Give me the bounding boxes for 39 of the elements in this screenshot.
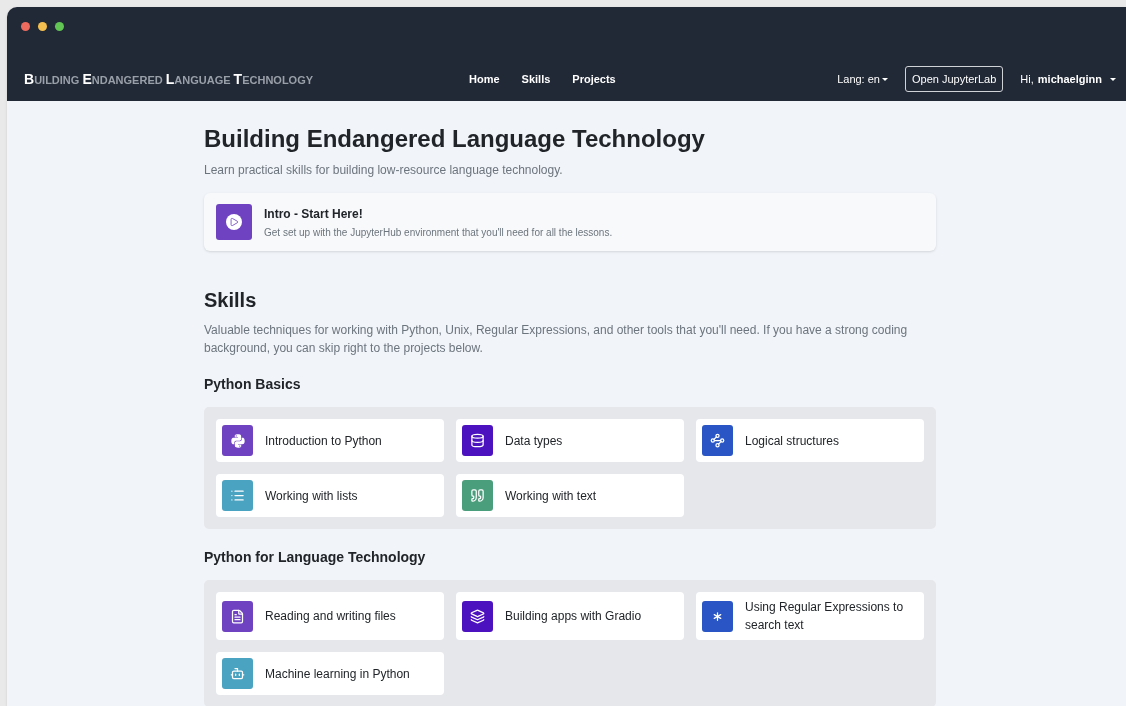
skill-label: Working with text [505, 487, 597, 505]
open-jupyterlab-button[interactable]: Open JupyterLab [904, 65, 1004, 93]
group-title: Python for Language Technology [204, 548, 427, 567]
user-menu[interactable]: Hi, michaelginn [1020, 70, 1116, 88]
intro-description: Get set up with the JupyterHub environment that you'll need for all the lessons. [264, 225, 613, 240]
skill-label: Logical structures [745, 432, 840, 450]
window-control-icon[interactable] [55, 22, 64, 31]
page-subtitle: Learn practical skills for building low-resource language technology. [204, 162, 564, 179]
window-control-icon[interactable] [21, 22, 30, 31]
skill-card[interactable]: Introduction to Python [216, 419, 444, 462]
intro-card[interactable]: Intro - Start Here! Get set up with the JupyterHub environment that you'll need for all the lessons. [204, 193, 936, 251]
section-description: Valuable techniques for working with Python, Unix, Regular Expressions, and other tools that you'll need. If you have a strong coding background, you can skip right to the projects below. [204, 322, 909, 357]
site-logo[interactable]: BUILDING ENDANGERED LANGUAGE TECHNOLOGY [24, 68, 464, 90]
skill-label: Building apps with Gradio [505, 608, 642, 625]
nav-link[interactable]: Projects [567, 70, 621, 88]
nav-link[interactable]: Home [464, 70, 505, 88]
language-dropdown[interactable]: Lang: en [837, 70, 888, 88]
skill-label: Introduction to Python [265, 432, 382, 450]
skill-card[interactable]: Reading and writing files [216, 592, 444, 640]
skill-card[interactable]: Building apps with Gradio [456, 592, 684, 640]
window-control-icon[interactable] [38, 22, 47, 31]
caret-icon [881, 77, 888, 81]
intro-title: Intro - Start Here! [264, 205, 364, 223]
skill-label: Using Regular Expressions to search text [745, 599, 905, 634]
group-title: Python Basics [204, 375, 302, 394]
skill-label: Machine learning in Python [265, 665, 410, 683]
caret-icon [1110, 77, 1116, 81]
skill-card[interactable]: Data types [456, 419, 684, 462]
nav-link[interactable]: Skills [516, 70, 556, 88]
skill-card[interactable]: Working with text [456, 474, 684, 517]
section-title: Skills [204, 288, 258, 313]
skill-card[interactable]: Using Regular Expressions to search text [696, 592, 924, 640]
skill-card[interactable]: Working with lists [216, 474, 444, 517]
skill-label: Reading and writing files [265, 608, 396, 625]
skill-card[interactable]: Logical structures [696, 419, 924, 462]
skill-label: Working with lists [265, 487, 358, 505]
page-title: Building Endangered Language Technology [204, 124, 706, 154]
skill-label: Data types [505, 432, 563, 450]
skill-card[interactable]: Machine learning in Python [216, 652, 444, 695]
